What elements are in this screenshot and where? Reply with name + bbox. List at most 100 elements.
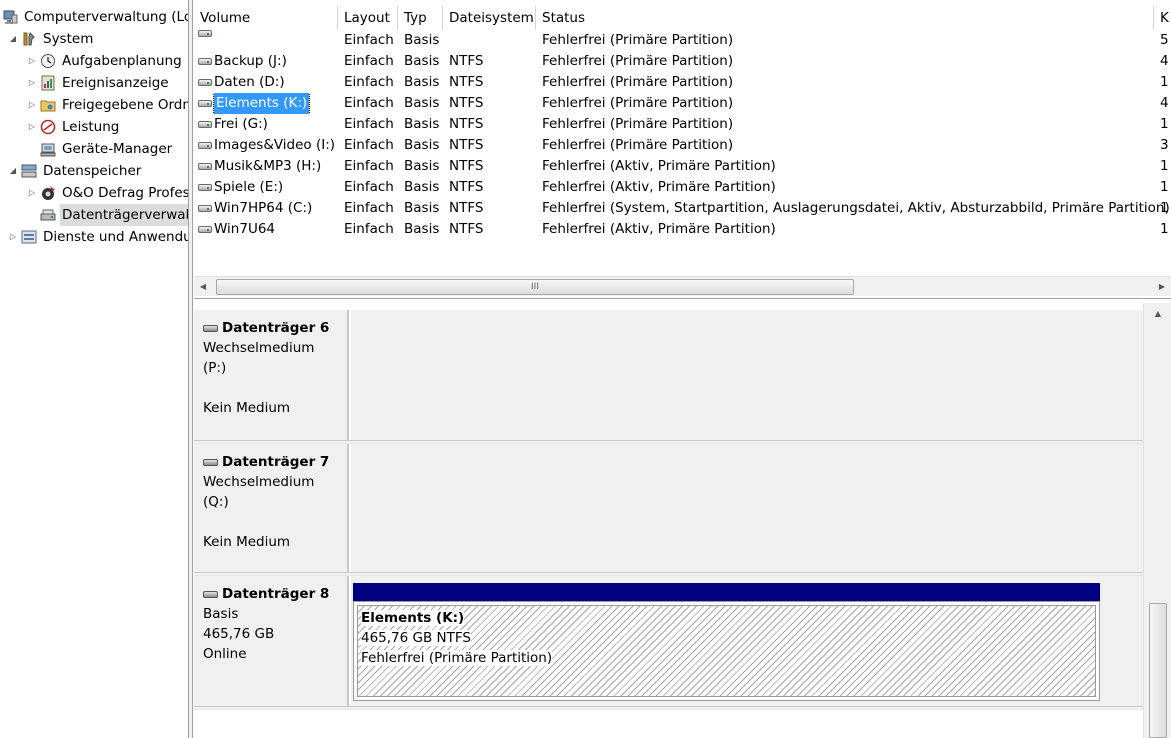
volume-layout: Einfach xyxy=(344,221,394,237)
collapsed-arrow-icon[interactable]: ▷ xyxy=(27,50,37,72)
defrag-icon xyxy=(40,185,56,201)
volume-layout: Einfach xyxy=(344,200,394,216)
volume-name: Spiele (E:) xyxy=(214,179,284,195)
tree-item-leistung[interactable]: ▷ Leistung xyxy=(27,116,121,138)
collapsed-arrow-icon[interactable]: ▷ xyxy=(8,226,18,248)
disk-7[interactable]: Datenträger 7 Wechselmedium (Q:) Kein Me… xyxy=(194,444,1143,572)
tree-item-datenspeicher[interactable]: ◢ Datenspeicher xyxy=(8,160,143,182)
drive-icon xyxy=(198,79,212,86)
pane-splitter[interactable] xyxy=(189,0,193,738)
table-row-selected[interactable]: Elements (K:) Einfach Basis NTFS Fehlerf… xyxy=(194,93,1171,114)
volume-filesystem: NTFS xyxy=(449,95,484,111)
expanded-arrow-icon[interactable]: ◢ xyxy=(8,160,18,182)
disk-partition-area[interactable] xyxy=(351,310,1143,440)
tree-item-computerverwaltung[interactable]: Computerverwaltung (Lokal) xyxy=(2,6,188,28)
tree-item-datentraegerverwaltung[interactable]: Datenträgerverwaltung xyxy=(40,204,188,226)
volume-type: Basis xyxy=(404,53,440,69)
tree-item-system[interactable]: ◢ System xyxy=(8,28,95,50)
partition-name: Elements (K:) xyxy=(361,610,465,626)
tree-label: System xyxy=(43,31,94,47)
collapsed-arrow-icon[interactable]: ▷ xyxy=(27,72,37,94)
column-header-volume[interactable]: Volume xyxy=(194,6,338,30)
volume-status: Fehlerfrei (Aktiv, Primäre Partition) xyxy=(542,221,776,237)
tree-item-ereignisanzeige[interactable]: ▷ Ereignisanzeige xyxy=(27,72,171,94)
disk-info[interactable]: Datenträger 8 Basis 465,76 GB Online xyxy=(194,576,349,706)
collapsed-arrow-icon[interactable]: ▷ xyxy=(27,182,37,204)
table-row[interactable]: Images&Video (I:) Einfach Basis NTFS Feh… xyxy=(194,135,1171,156)
clock-icon xyxy=(40,53,56,69)
disk-map-panel[interactable]: Datenträger 6 Wechselmedium (P:) Kein Me… xyxy=(194,303,1171,738)
tools-icon xyxy=(21,31,37,47)
volume-name: Win7HP64 (C:) xyxy=(214,200,313,216)
volume-capacity: 5 xyxy=(1160,32,1169,48)
table-row[interactable]: Einfach Basis Fehlerfrei (Primäre Partit… xyxy=(194,30,1171,51)
collapsed-arrow-icon[interactable]: ▷ xyxy=(27,94,37,116)
disk-title: Datenträger 8 xyxy=(222,586,330,602)
horizontal-scrollbar[interactable]: ◀ III ▶ xyxy=(194,276,1171,296)
column-header-status[interactable]: Status xyxy=(536,6,1154,30)
scroll-up-arrow-icon[interactable]: ▲ xyxy=(1151,307,1165,321)
partition-elements[interactable]: Elements (K:) 465,76 GB NTFS Fehlerfrei … xyxy=(353,601,1100,701)
partition-body: Elements (K:) 465,76 GB NTFS Fehlerfrei … xyxy=(357,605,1096,697)
disk-partition-area[interactable] xyxy=(351,444,1143,572)
disk-title: Datenträger 6 xyxy=(222,320,330,336)
disk-management-icon xyxy=(40,207,56,223)
volume-type: Basis xyxy=(404,158,440,174)
volume-list[interactable]: Volume Layout Typ Dateisystem Status K E… xyxy=(194,0,1171,299)
volume-capacity: 4 xyxy=(1160,95,1169,111)
collapsed-arrow-icon[interactable]: ▷ xyxy=(27,116,37,138)
volume-layout: Einfach xyxy=(344,179,394,195)
volume-filesystem: NTFS xyxy=(449,158,484,174)
column-header-kapazitaet[interactable]: K xyxy=(1154,6,1171,30)
disk-type: Wechselmedium (P:) xyxy=(203,340,315,376)
vertical-scrollbar[interactable]: ▲ xyxy=(1143,303,1171,738)
volume-status: Fehlerfrei (Primäre Partition) xyxy=(542,74,734,90)
column-header-typ[interactable]: Typ xyxy=(398,6,443,30)
scrollbar-thumb[interactable]: III xyxy=(216,279,854,295)
disk-size xyxy=(203,512,338,532)
list-header: Volume Layout Typ Dateisystem Status K xyxy=(194,6,1171,30)
table-row[interactable]: Backup (J:) Einfach Basis NTFS Fehlerfre… xyxy=(194,51,1171,72)
column-header-dateisystem[interactable]: Dateisystem xyxy=(443,6,536,30)
table-row[interactable]: Frei (G:) Einfach Basis NTFS Fehlerfrei … xyxy=(194,114,1171,135)
table-row[interactable]: Musik&MP3 (H:) Einfach Basis NTFS Fehler… xyxy=(194,156,1171,177)
volume-status: Fehlerfrei (Primäre Partition) xyxy=(542,53,734,69)
performance-icon xyxy=(40,119,56,135)
table-row[interactable]: Win7HP64 (C:) Einfach Basis NTFS Fehlerf… xyxy=(194,198,1171,219)
disk-8[interactable]: Datenträger 8 Basis 465,76 GB Online Ele… xyxy=(194,576,1143,706)
volume-capacity: 1 xyxy=(1160,116,1169,132)
expanded-arrow-icon[interactable]: ◢ xyxy=(8,28,18,50)
tree-item-aufgabenplanung[interactable]: ▷ Aufgabenplanung xyxy=(27,50,184,72)
tree-item-dienste[interactable]: ▷ Dienste und Anwendungen xyxy=(8,226,188,248)
disk-partition-area[interactable]: Elements (K:) 465,76 GB NTFS Fehlerfrei … xyxy=(351,576,1143,706)
table-row[interactable]: Spiele (E:) Einfach Basis NTFS Fehlerfre… xyxy=(194,177,1171,198)
scroll-left-arrow-icon[interactable]: ◀ xyxy=(196,280,210,294)
disk-size xyxy=(203,378,338,398)
volume-type: Basis xyxy=(404,221,440,237)
volume-filesystem: NTFS xyxy=(449,200,484,216)
disk-6[interactable]: Datenträger 6 Wechselmedium (P:) Kein Me… xyxy=(194,310,1143,440)
tree-item-geraete-manager[interactable]: Geräte-Manager xyxy=(40,138,174,160)
volume-filesystem: NTFS xyxy=(449,116,484,132)
disk-state: Online xyxy=(203,646,247,662)
storage-icon xyxy=(21,163,37,179)
drive-icon xyxy=(198,30,212,37)
volume-type: Basis xyxy=(404,137,440,153)
shared-folder-icon xyxy=(40,97,56,113)
navigation-tree[interactable]: Computerverwaltung (Lokal) ◢ System ▷ Au… xyxy=(0,0,189,738)
drive-icon xyxy=(203,590,218,598)
tree-item-freigegebene-ordner[interactable]: ▷ Freigegebene Ordner xyxy=(27,94,188,116)
table-row[interactable]: Win7U64 Einfach Basis NTFS Fehlerfrei (A… xyxy=(194,219,1171,240)
tree-label: Dienste und Anwendungen xyxy=(43,229,188,245)
scroll-right-arrow-icon[interactable]: ▶ xyxy=(1155,280,1169,294)
tree-item-oo-defrag[interactable]: ▷ O&O Defrag Professional xyxy=(27,182,188,204)
tree-label: Ereignisanzeige xyxy=(62,75,169,91)
disk-info[interactable]: Datenträger 6 Wechselmedium (P:) Kein Me… xyxy=(194,310,349,440)
scrollbar-thumb[interactable] xyxy=(1149,603,1167,738)
column-header-layout[interactable]: Layout xyxy=(338,6,398,30)
volume-capacity: 1 xyxy=(1160,221,1169,237)
volume-layout: Einfach xyxy=(344,74,394,90)
disk-info[interactable]: Datenträger 7 Wechselmedium (Q:) Kein Me… xyxy=(194,444,349,572)
volume-layout: Einfach xyxy=(344,137,394,153)
table-row[interactable]: Daten (D:) Einfach Basis NTFS Fehlerfrei… xyxy=(194,72,1171,93)
